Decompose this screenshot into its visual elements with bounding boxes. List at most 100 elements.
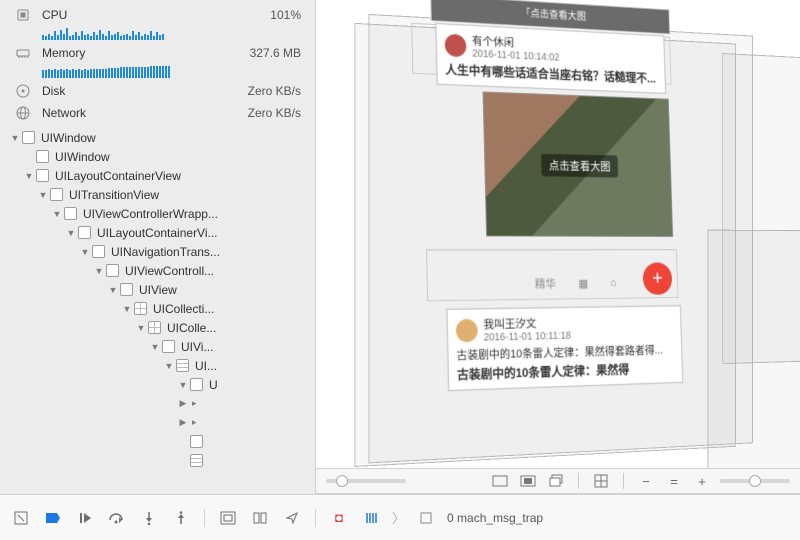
disclosure-triangle-icon[interactable]: ▼ [178, 380, 188, 390]
metric-value: 101% [270, 8, 301, 22]
tree-row[interactable]: ▼ UI... [4, 356, 315, 375]
zoom-out-button[interactable]: − [636, 472, 656, 490]
view-hierarchy-tree[interactable]: ▼UIWindowUIWindow▼UILayoutContainerView▼… [0, 124, 315, 470]
tree-label: UINavigationTrans... [111, 245, 220, 259]
view-type-icon [120, 283, 133, 296]
disclosure-triangle-icon[interactable]: ▶ [178, 417, 188, 428]
home-icon[interactable]: ⌂ [610, 277, 616, 289]
tree-row[interactable]: ▼UILayoutContainerVi... [4, 223, 315, 242]
step-in-button[interactable] [138, 507, 160, 529]
view-type-icon [134, 302, 147, 315]
tree-label: UIColle... [167, 321, 216, 335]
metric-disk[interactable]: Disk Zero KB/s [0, 80, 315, 102]
disclosure-triangle-icon[interactable]: ▼ [150, 342, 160, 352]
disclosure-triangle-icon[interactable]: ▶ [178, 398, 188, 409]
mode-stack-button[interactable] [546, 472, 566, 490]
range-slider[interactable] [720, 479, 790, 483]
metric-network[interactable]: Network Zero KB/s [0, 102, 315, 124]
tree-label: UILayoutContainerView [55, 169, 181, 183]
disclosure-triangle-icon[interactable]: ▼ [10, 133, 20, 143]
disclosure-triangle-icon[interactable]: ▼ [136, 323, 146, 333]
frame-icon[interactable] [415, 507, 437, 529]
tree-row[interactable]: ▼U [4, 375, 315, 394]
disclosure-triangle-icon[interactable]: ▼ [38, 190, 48, 200]
disclosure-triangle-icon[interactable]: ▼ [66, 228, 76, 238]
tree-label: UICollecti... [153, 302, 214, 316]
tree-row[interactable]: ▼UITransitionView [4, 185, 315, 204]
layer-spacing-slider[interactable] [326, 479, 406, 483]
disclosure-triangle-icon[interactable]: ▼ [52, 209, 62, 219]
divider [204, 509, 205, 527]
feed-post-2[interactable]: 我叫王汐文 2016-11-01 10:11:18 古装剧中的10条雷人定律：果… [447, 305, 684, 391]
cpu-icon [14, 6, 32, 24]
tree-row[interactable]: ▼UIWindow [4, 128, 315, 147]
view-type-icon [190, 378, 203, 391]
cpu-sparkline [42, 26, 301, 40]
tree-row[interactable]: ▼ UILayoutContainerView [4, 166, 315, 185]
tree-row[interactable]: UIWindow [4, 147, 315, 166]
mid-label[interactable]: 精华 [535, 275, 556, 292]
feed-image[interactable]: 点击查看大图 [483, 91, 674, 237]
tab-joke[interactable]: 段子 [595, 0, 619, 1]
tree-row[interactable]: ▼UIVi... [4, 337, 315, 356]
zoom-reset-button[interactable]: = [664, 472, 684, 490]
tree-row[interactable]: ▼ UINavigationTrans... [4, 242, 315, 261]
metric-memory[interactable]: Memory 327.6 MB [0, 42, 315, 64]
tree-row[interactable]: ▶▸ [4, 394, 315, 413]
disclosure-triangle-icon[interactable]: ▼ [122, 304, 132, 314]
network-icon [14, 104, 32, 122]
location-button[interactable] [281, 507, 303, 529]
grid-icon[interactable]: ▦ [578, 276, 588, 289]
tree-label: UI... [195, 359, 217, 373]
tree-row[interactable]: ▶▸ [4, 413, 315, 432]
metric-label: Disk [42, 84, 248, 98]
view-type-icon [78, 226, 91, 239]
avatar [445, 33, 467, 57]
disclosure-triangle-icon[interactable]: ▼ [94, 266, 104, 276]
phone-preview[interactable]: 全部 视频 声音 图片 段子 「点击查看大图 有个休闲 2016-11-01 1… [417, 0, 679, 437]
tree-row[interactable]: ▼UIViewControllerWrapp... [4, 204, 315, 223]
post-bold-title: 古装剧中的10条雷人定律：果然得 [457, 359, 675, 383]
tree-label: UIWindow [55, 150, 110, 164]
divider [578, 473, 579, 489]
divider [315, 509, 316, 527]
metric-cpu[interactable]: CPU 101% [0, 4, 315, 26]
post-author: 我叫王汐文 [483, 314, 571, 332]
zoom-in-button[interactable]: + [692, 472, 712, 490]
mode-clipped-button[interactable] [518, 472, 538, 490]
disclosure-triangle-icon[interactable]: ▼ [24, 171, 34, 181]
tree-row[interactable]: ▼UIView [4, 280, 315, 299]
debug-view-button[interactable] [217, 507, 239, 529]
toggle-breakpoints-button[interactable] [42, 507, 64, 529]
post-time: 2016-11-01 10:11:18 [484, 330, 572, 343]
step-out-button[interactable] [170, 507, 192, 529]
view-type-icon [176, 359, 189, 372]
view-debug-canvas[interactable]: 全部 视频 声音 图片 段子 「点击查看大图 有个休闲 2016-11-01 1… [316, 0, 800, 494]
view-type-icon [190, 435, 203, 448]
tree-label: UIViewControll... [125, 264, 214, 278]
thread-icon[interactable] [360, 507, 382, 529]
tree-row[interactable] [4, 451, 315, 470]
metric-value: Zero KB/s [248, 106, 301, 120]
view-type-icon [106, 264, 119, 277]
tree-row[interactable] [4, 432, 315, 451]
mode-2d-button[interactable] [490, 472, 510, 490]
tree-row[interactable]: ▼ UIViewControll... [4, 261, 315, 280]
feed-post-1[interactable]: 有个休闲 2016-11-01 10:14:02 人生中有哪些话适合当座右铭？话… [435, 23, 665, 94]
step-over-button[interactable] [106, 507, 128, 529]
tree-label: U [209, 378, 218, 392]
hide-debug-button[interactable] [10, 507, 32, 529]
mode-wire-button[interactable] [591, 472, 611, 490]
tree-row[interactable]: ▼ UIColle... [4, 318, 315, 337]
tree-row[interactable]: ▼ UICollecti... [4, 299, 315, 318]
canvas-view-toolbar: − = + [316, 468, 800, 494]
continue-button[interactable] [74, 507, 96, 529]
memory-graph-button[interactable] [249, 507, 271, 529]
app-icon[interactable]: ◘ [328, 507, 350, 529]
disclosure-triangle-icon[interactable]: ▼ [164, 361, 174, 371]
thread-label[interactable]: 0 mach_msg_trap [447, 511, 543, 525]
disclosure-triangle-icon[interactable]: ▼ [80, 247, 90, 257]
disclosure-triangle-icon[interactable]: ▼ [108, 285, 118, 295]
fab-add-button[interactable]: + [642, 262, 672, 295]
metric-label: Memory [42, 46, 250, 60]
